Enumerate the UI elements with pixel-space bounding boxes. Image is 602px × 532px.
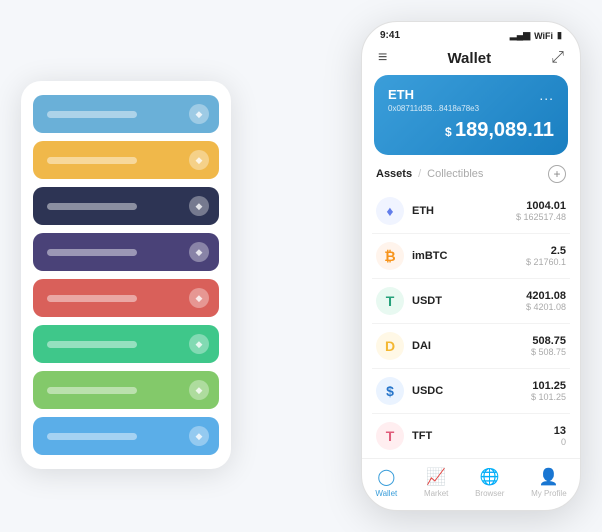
card-item[interactable]: ◆ <box>33 325 219 363</box>
asset-icon-usdt: T <box>376 287 404 315</box>
asset-usd: $ 508.75 <box>531 347 566 357</box>
asset-usd: 0 <box>554 437 566 447</box>
asset-usd: $ 21760.1 <box>526 257 566 267</box>
header-title: Wallet <box>447 50 491 67</box>
status-icons: ▂▄▆ WiFi ▮ <box>510 30 562 41</box>
asset-row[interactable]: T TFT 130 <box>372 414 570 458</box>
asset-amount: 101.25 <box>531 380 566 392</box>
asset-row[interactable]: ₿ imBTC 2.5$ 21760.1 <box>372 234 570 279</box>
wallet-card[interactable]: ETH 0x08711d3B...8418a78e3 ... $ 189,089… <box>374 75 568 155</box>
asset-row[interactable]: $ USDC 101.25$ 101.25 <box>372 369 570 414</box>
phone: 9:41 ▂▄▆ WiFi ▮ ≡ Wallet ⤢ ETH 0x08711d3… <box>361 21 581 511</box>
asset-left: T TFT <box>376 422 432 450</box>
nav-icon-market: 📈 <box>426 467 446 487</box>
balance-dollar: $ <box>445 125 455 139</box>
card-item[interactable]: ◆ <box>33 187 219 225</box>
nav-label: Browser <box>475 489 504 498</box>
scene: ◆ ◆ ◆ ◆ ◆ ◆ ◆ ◆ 9:41 ▂▄▆ WiFi ▮ ≡ Wallet ⤢ ETH … <box>21 21 581 511</box>
asset-amount: 1004.01 <box>516 200 566 212</box>
wifi-icon: WiFi <box>534 31 553 41</box>
asset-left: ♦ ETH <box>376 197 434 225</box>
asset-icon-tft: T <box>376 422 404 450</box>
asset-usd: $ 101.25 <box>531 392 566 402</box>
asset-icon-usdc: $ <box>376 377 404 405</box>
asset-symbol: imBTC <box>412 250 447 262</box>
asset-list: ♦ ETH 1004.01$ 162517.48 ₿ imBTC 2.5$ 21760.1… <box>362 189 580 458</box>
asset-right: 101.25$ 101.25 <box>531 380 566 402</box>
asset-right: 4201.08$ 4201.08 <box>526 290 566 312</box>
nav-item-my-profile[interactable]: 👤 My Profile <box>531 467 567 498</box>
asset-right: 1004.01$ 162517.48 <box>516 200 566 222</box>
tab-collectibles[interactable]: Collectibles <box>427 168 483 180</box>
wallet-card-label: ETH <box>388 87 554 102</box>
nav-icon-browser: 🌐 <box>480 467 500 487</box>
tab-assets[interactable]: Assets <box>376 168 412 180</box>
menu-icon[interactable]: ≡ <box>378 49 387 67</box>
asset-symbol: DAI <box>412 340 431 352</box>
balance-amount: 189,089.11 <box>455 119 554 141</box>
add-asset-button[interactable]: + <box>548 165 566 183</box>
asset-amount: 13 <box>554 425 566 437</box>
asset-row[interactable]: D DAI 508.75$ 508.75 <box>372 324 570 369</box>
asset-left: D DAI <box>376 332 431 360</box>
asset-left: $ USDC <box>376 377 443 405</box>
nav-label: Market <box>424 489 448 498</box>
asset-row[interactable]: ♦ ETH 1004.01$ 162517.48 <box>372 189 570 234</box>
card-item[interactable]: ◆ <box>33 95 219 133</box>
asset-symbol: USDT <box>412 295 442 307</box>
card-item[interactable]: ◆ <box>33 417 219 455</box>
asset-symbol: ETH <box>412 205 434 217</box>
nav-item-wallet[interactable]: ◯ Wallet <box>375 467 397 498</box>
asset-icon-eth: ♦ <box>376 197 404 225</box>
signal-icon: ▂▄▆ <box>510 30 530 41</box>
asset-left: T USDT <box>376 287 442 315</box>
time: 9:41 <box>380 30 400 41</box>
assets-tabs: Assets / Collectibles + <box>362 165 580 189</box>
nav-icon-wallet: ◯ <box>377 467 395 487</box>
card-item[interactable]: ◆ <box>33 371 219 409</box>
wallet-card-dots[interactable]: ... <box>539 87 554 103</box>
card-item[interactable]: ◆ <box>33 279 219 317</box>
asset-amount: 2.5 <box>526 245 566 257</box>
tabs-left: Assets / Collectibles <box>376 168 483 180</box>
card-item[interactable]: ◆ <box>33 141 219 179</box>
asset-left: ₿ imBTC <box>376 242 447 270</box>
card-stack: ◆ ◆ ◆ ◆ ◆ ◆ ◆ ◆ <box>21 81 231 469</box>
card-item[interactable]: ◆ <box>33 233 219 271</box>
nav-item-browser[interactable]: 🌐 Browser <box>475 467 504 498</box>
battery-icon: ▮ <box>557 30 562 41</box>
phone-header: ≡ Wallet ⤢ <box>362 45 580 75</box>
asset-amount: 4201.08 <box>526 290 566 302</box>
wallet-card-balance: $ 189,089.11 <box>388 119 554 142</box>
asset-right: 130 <box>554 425 566 447</box>
tab-divider: / <box>418 168 421 180</box>
nav-icon-my-profile: 👤 <box>539 467 559 487</box>
asset-usd: $ 4201.08 <box>526 302 566 312</box>
nav-label: Wallet <box>375 489 397 498</box>
nav-label: My Profile <box>531 489 567 498</box>
asset-row[interactable]: T USDT 4201.08$ 4201.08 <box>372 279 570 324</box>
bottom-nav: ◯ Wallet 📈 Market 🌐 Browser 👤 My Profile <box>362 458 580 510</box>
nav-item-market[interactable]: 📈 Market <box>424 467 448 498</box>
asset-amount: 508.75 <box>531 335 566 347</box>
asset-icon-imbtc: ₿ <box>376 242 404 270</box>
asset-right: 508.75$ 508.75 <box>531 335 566 357</box>
expand-icon[interactable]: ⤢ <box>551 49 564 67</box>
asset-icon-dai: D <box>376 332 404 360</box>
wallet-card-address: 0x08711d3B...8418a78e3 <box>388 104 554 113</box>
asset-symbol: USDC <box>412 385 443 397</box>
asset-right: 2.5$ 21760.1 <box>526 245 566 267</box>
asset-symbol: TFT <box>412 430 432 442</box>
asset-usd: $ 162517.48 <box>516 212 566 222</box>
status-bar: 9:41 ▂▄▆ WiFi ▮ <box>362 22 580 45</box>
